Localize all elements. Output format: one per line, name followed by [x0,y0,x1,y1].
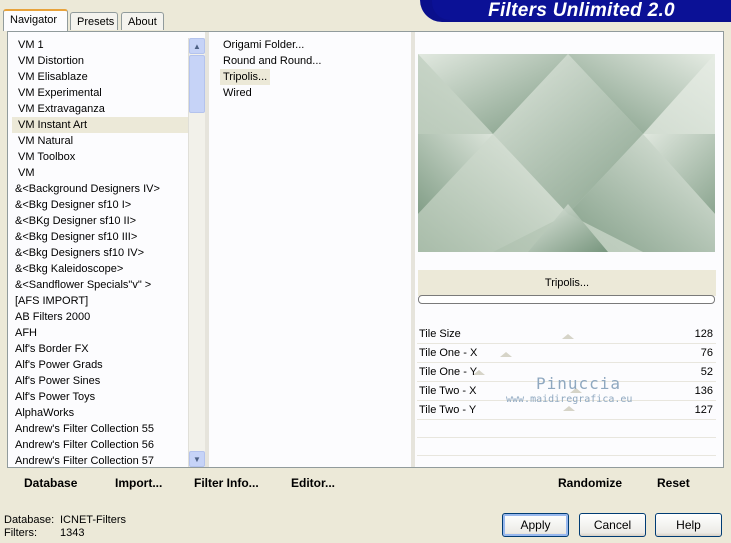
reset-button[interactable]: Reset [657,476,690,490]
param-value: 76 [700,347,713,359]
watermark-name: Pinuccia [536,374,622,393]
apply-button[interactable]: Apply [502,513,569,537]
status-filters-value: 1343 [60,527,85,539]
category-item[interactable]: Alf's Power Grads [12,357,188,373]
preview-caption: Tripolis... [418,270,716,296]
category-list[interactable]: VM 1 VM Distortion VM Elisablaze VM Experim… [12,37,188,469]
param-label: Tile One - Y [419,366,478,378]
tab-navigator-label: Navigator [10,14,58,26]
status-filters-label: Filters: [4,527,37,539]
scroll-up-button[interactable]: ▲ [189,38,205,54]
category-item[interactable]: VM Natural [12,133,188,149]
category-item[interactable]: Alf's Border FX [12,341,188,357]
category-item[interactable]: AB Filters 2000 [12,309,188,325]
filter-info-button[interactable]: Filter Info... [194,476,259,490]
tab-about-label: About [128,16,157,28]
category-item[interactable]: Alf's Power Toys [12,389,188,405]
param-label: Tile Two - X [419,385,477,397]
cancel-button[interactable]: Cancel [579,513,646,537]
chevron-up-icon: ▲ [193,41,201,51]
banner-title: Filters Unlimited 2.0 [432,0,731,21]
param-label: Tile One - X [419,347,478,359]
category-item[interactable]: &<Bkg Designer sf10 I> [12,197,188,213]
category-item[interactable]: VM Extravaganza [12,101,188,117]
category-item[interactable]: &<Bkg Kaleidoscope> [12,261,188,277]
category-item[interactable]: &<Bkg Designer sf10 III> [12,229,188,245]
import-button[interactable]: Import... [115,476,162,490]
category-item[interactable]: VM Instant Art [12,117,188,133]
filter-item[interactable]: Tripolis... [220,69,271,85]
tripolis-pattern [418,54,715,252]
param-value: 52 [700,366,713,378]
tab-about[interactable]: About [121,12,164,30]
category-item[interactable]: VM Distortion [12,53,188,69]
randomize-button[interactable]: Randomize [558,476,622,490]
scroll-thumb[interactable] [189,55,205,113]
category-item[interactable]: &<Bkg Designers sf10 IV> [12,245,188,261]
category-item[interactable]: VM [12,165,188,181]
filter-item[interactable]: Origami Folder... [220,37,307,53]
filter-item[interactable]: Wired [220,85,255,101]
divider [205,32,209,467]
watermark-url: www.maidiregrafica.eu [506,394,633,405]
category-item[interactable]: VM 1 [12,37,188,53]
category-item[interactable]: Andrew's Filter Collection 55 [12,421,188,437]
category-item[interactable]: [AFS IMPORT] [12,293,188,309]
param-row[interactable]: Tile Size 128 [417,325,716,344]
filter-item[interactable]: Round and Round... [220,53,324,69]
preview-image [418,54,715,252]
divider [411,32,415,467]
category-item[interactable]: Alf's Power Sines [12,373,188,389]
status-database-label: Database: [4,514,55,526]
param-value: 128 [694,328,713,340]
category-item[interactable]: VM Toolbox [12,149,188,165]
tab-presets[interactable]: Presets [70,12,118,30]
category-item[interactable]: VM Experimental [12,85,188,101]
tab-navigator[interactable]: Navigator [3,9,68,31]
param-row-empty [417,438,716,456]
editor-button[interactable]: Editor... [291,476,335,490]
param-label: Tile Two - Y [419,404,477,416]
category-item[interactable]: &<BKg Designer sf10 II> [12,213,188,229]
chevron-down-icon: ▼ [193,454,201,464]
param-row[interactable]: Tile One - X 76 [417,344,716,363]
help-button[interactable]: Help [655,513,722,537]
status-database-value: ICNET-Filters [60,514,126,526]
tab-presets-label: Presets [77,16,115,28]
category-scrollbar[interactable]: ▲ ▼ [188,38,205,467]
category-item[interactable]: Andrew's Filter Collection 56 [12,437,188,453]
param-value: 136 [694,385,713,397]
database-button[interactable]: Database [24,476,77,490]
category-item[interactable]: AFH [12,325,188,341]
category-item[interactable]: &<Sandflower Specials"v" > [12,277,188,293]
category-item[interactable]: VM Elisablaze [12,69,188,85]
category-item[interactable]: &<Background Designers IV> [12,181,188,197]
category-item[interactable]: Andrew's Filter Collection 57 [12,453,188,469]
scroll-down-button[interactable]: ▼ [189,451,205,467]
category-item[interactable]: AlphaWorks [12,405,188,421]
param-label: Tile Size [419,328,461,340]
progress-bar [418,295,715,304]
filter-list[interactable]: Origami Folder... Round and Round... Tripo… [220,37,400,101]
param-row-empty [417,420,716,438]
param-value: 127 [694,404,713,416]
